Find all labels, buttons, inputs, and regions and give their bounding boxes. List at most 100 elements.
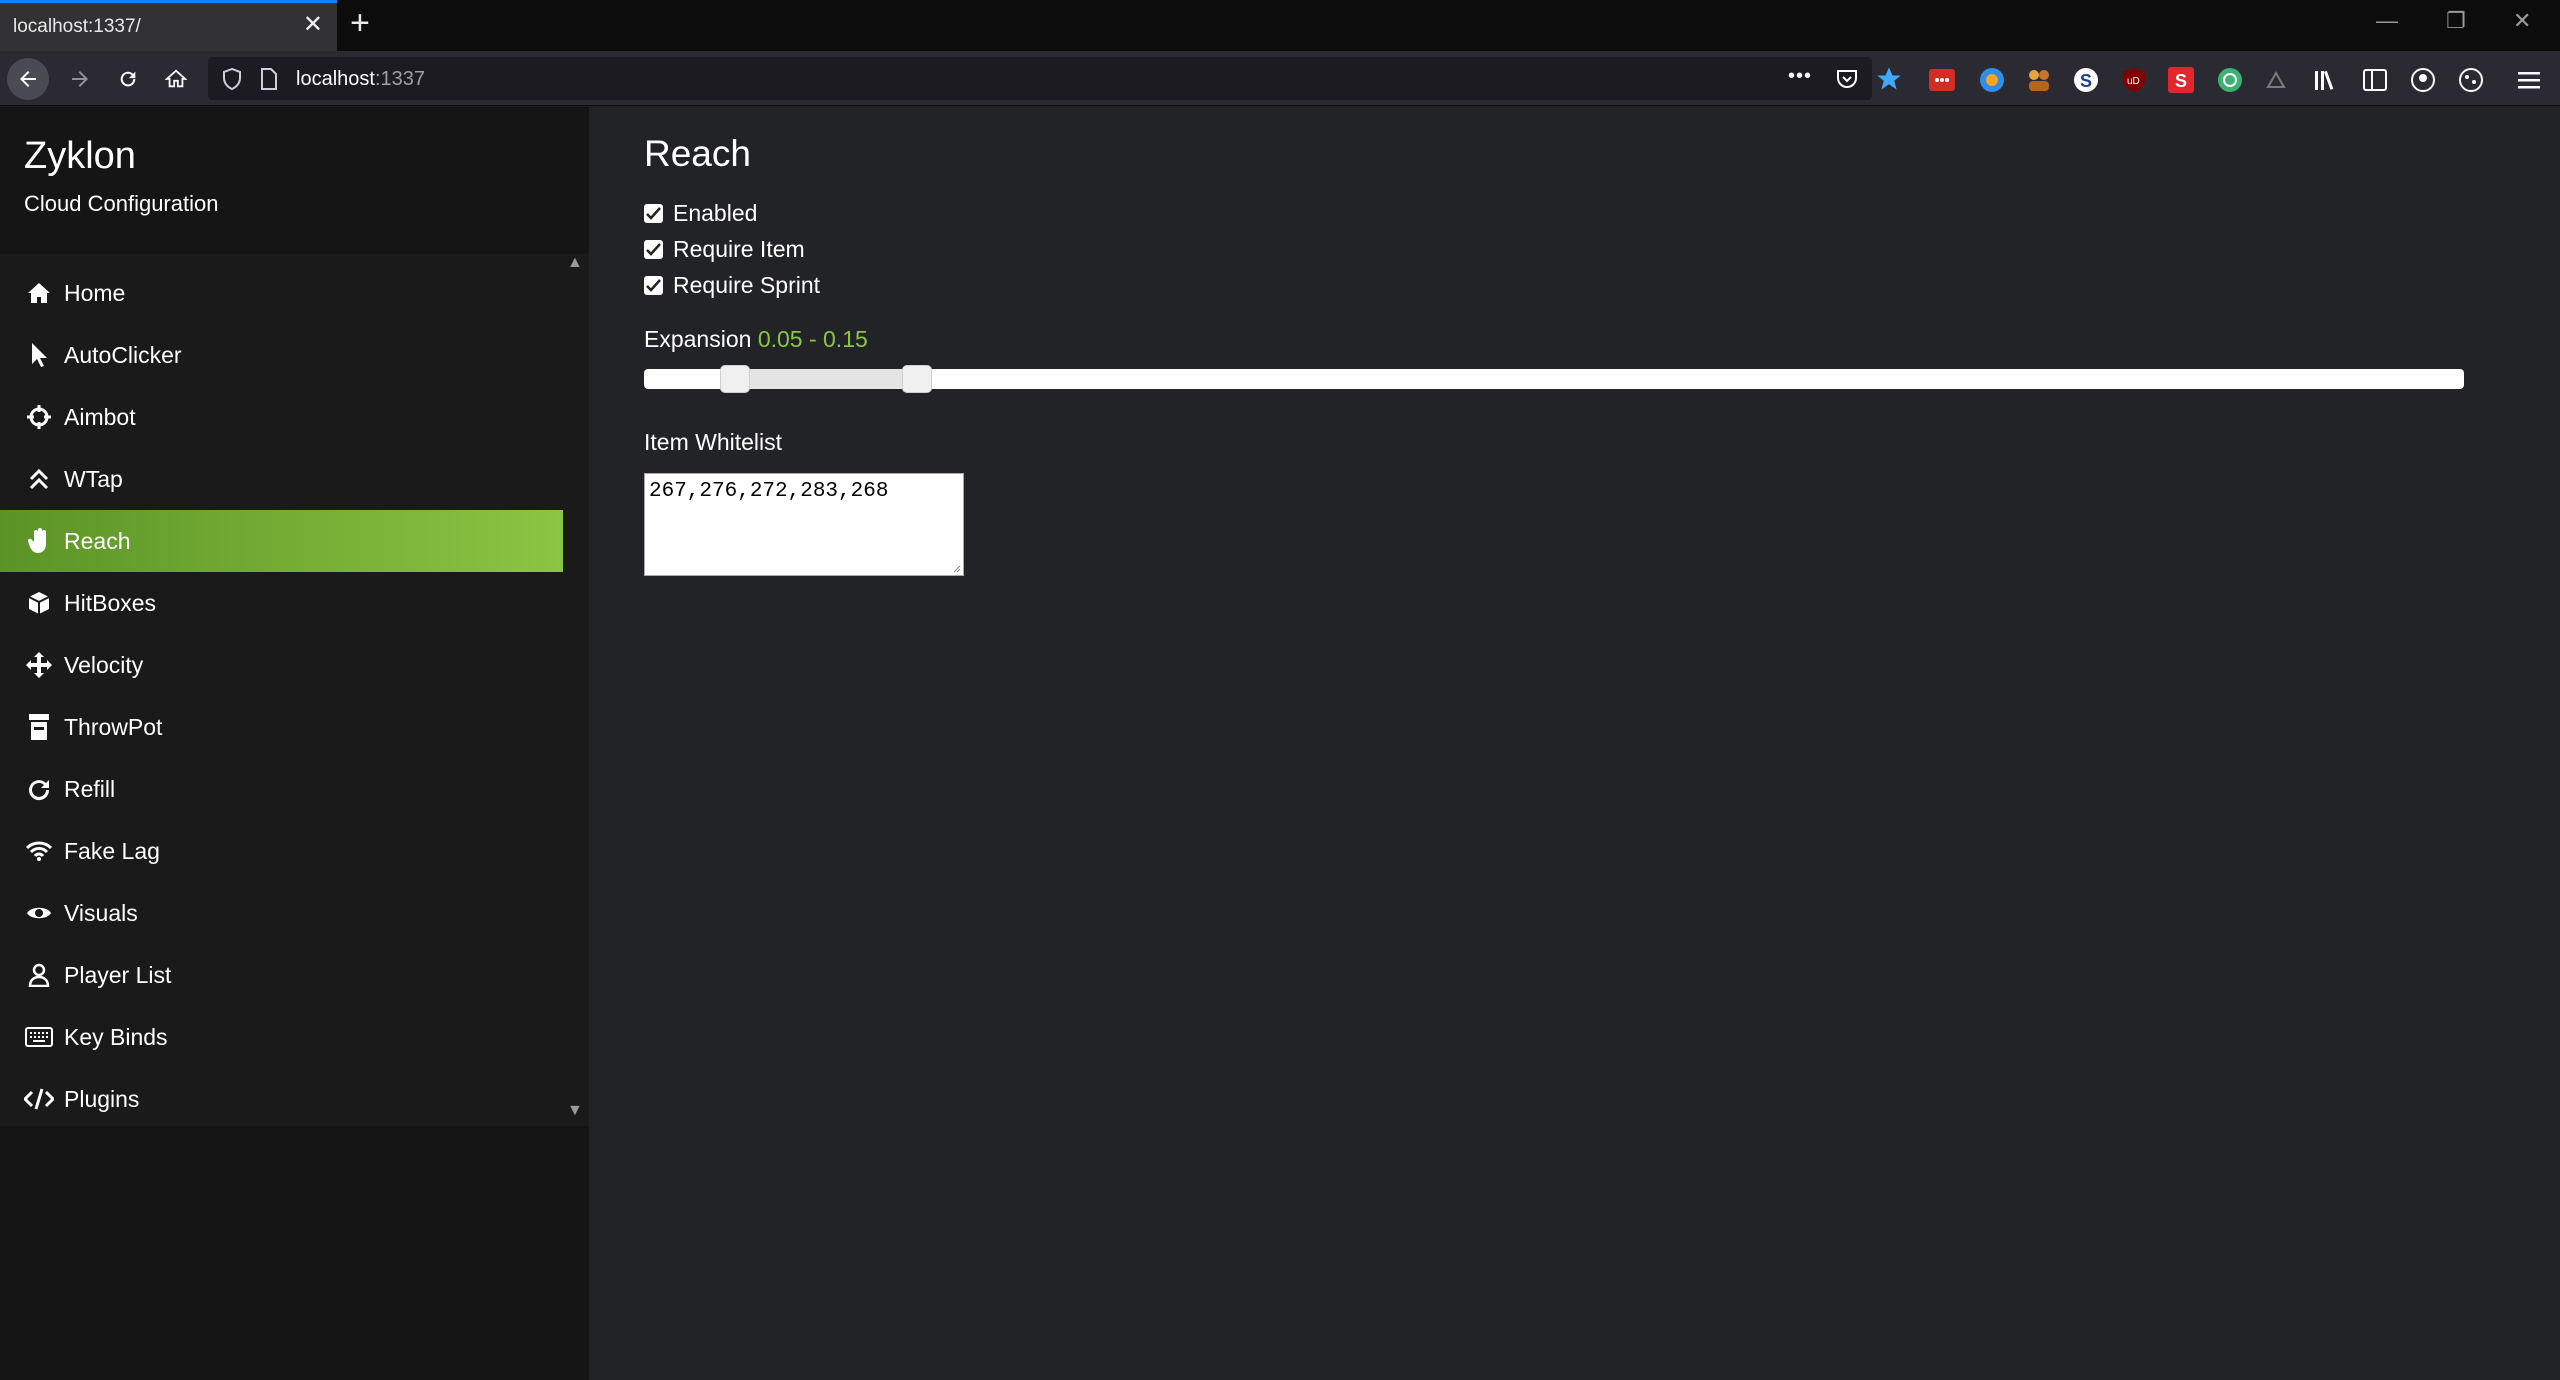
svg-text:S: S	[2175, 71, 2187, 91]
slider-handle-max[interactable]	[902, 365, 932, 393]
checkbox-label: Require Item	[673, 235, 805, 262]
sidebar-item-label: WTap	[64, 465, 123, 492]
sidebar-item-throwpot[interactable]: ThrowPot	[0, 696, 563, 758]
library-icon[interactable]	[2312, 66, 2340, 94]
people-icon[interactable]	[2025, 66, 2053, 94]
sidebar-item-label: ThrowPot	[64, 713, 163, 740]
browser-tab[interactable]: localhost:1337/ ✕	[0, 0, 337, 51]
s-blue-icon[interactable]: S	[2072, 66, 2100, 94]
app-title: Zyklon	[24, 135, 136, 177]
checkbox-label: Require Sprint	[673, 271, 821, 298]
app-page: Zyklon Cloud Configuration ▲ Home AutoCl…	[0, 107, 2560, 1380]
sidebar-item-label: Key Binds	[64, 1023, 168, 1050]
sidebar-item-label: AutoClicker	[64, 341, 182, 368]
tab-title: localhost:1337/	[13, 16, 141, 37]
globe-icon[interactable]	[1978, 66, 2006, 94]
sidebar-item-label: Refill	[64, 775, 116, 802]
sidebar-item-label: Visuals	[64, 899, 138, 926]
prescription-bottle-icon	[24, 712, 54, 742]
expansion-range-slider[interactable]	[644, 365, 2464, 393]
restore-icon[interactable]: ❐	[2446, 10, 2466, 32]
svg-text:S: S	[2080, 71, 2092, 91]
sidebar-item-label: Reach	[64, 527, 131, 554]
page-info-icon[interactable]	[260, 68, 278, 95]
sidebar-item-autoclicker[interactable]: AutoClicker	[0, 324, 563, 386]
sidebar-item-label: HitBoxes	[64, 589, 157, 616]
checkbox-require-item-row[interactable]: Require Item	[644, 234, 805, 264]
url-text[interactable]: localhost:1337	[296, 68, 425, 91]
sidebar-item-velocity[interactable]: Velocity	[0, 634, 563, 696]
sidebar: Zyklon Cloud Configuration ▲ Home AutoCl…	[0, 107, 589, 1380]
account-icon[interactable]	[2409, 66, 2437, 94]
sidebar-item-plugins[interactable]: Plugins	[0, 1068, 563, 1130]
page-title: Reach	[644, 133, 751, 174]
cookie-icon[interactable]	[2457, 66, 2485, 94]
item-whitelist-textarea[interactable]: 267,276,272,283,268	[644, 473, 964, 576]
pointer-icon	[24, 340, 54, 370]
checkbox-require-sprint[interactable]	[644, 275, 663, 295]
pocket-icon[interactable]	[1836, 68, 1858, 95]
lastpass-icon[interactable]	[1928, 66, 1956, 94]
slider-handle-min[interactable]	[720, 365, 750, 393]
checkbox-enabled[interactable]	[644, 203, 663, 223]
wifi-icon	[24, 836, 54, 866]
sidebar-item-aimbot[interactable]: Aimbot	[0, 386, 563, 448]
keyboard-icon	[24, 1022, 54, 1052]
sidebar-item-label: Fake Lag	[64, 837, 160, 864]
eye-icon	[24, 898, 54, 928]
window-close-icon[interactable]: ✕	[2513, 10, 2531, 32]
sidebar-item-key-binds[interactable]: Key Binds	[0, 1006, 563, 1068]
home-icon	[24, 278, 54, 308]
scroll-down-icon[interactable]: ▼	[567, 1102, 583, 1120]
double-chevron-up-icon	[24, 464, 54, 494]
back-icon[interactable]	[7, 58, 49, 100]
app-subtitle: Cloud Configuration	[24, 191, 219, 216]
checkbox-require-sprint-row[interactable]: Require Sprint	[644, 270, 820, 300]
sidebar-item-label: Plugins	[64, 1085, 140, 1112]
s-red-icon[interactable]: S	[2167, 66, 2195, 94]
redo-icon	[24, 774, 54, 804]
sidebar-item-home[interactable]: Home	[0, 262, 563, 324]
page-actions-icon[interactable]: •••	[1788, 65, 1812, 88]
refresh-green-icon[interactable]	[2216, 66, 2244, 94]
tab-bar: localhost:1337/ ✕ + — ❐ ✕	[0, 0, 2560, 51]
url-bar[interactable]: localhost:1337 •••	[208, 57, 1872, 100]
forward-icon[interactable]	[59, 59, 101, 99]
sidebar-item-refill[interactable]: Refill	[0, 758, 563, 820]
new-tab-button[interactable]: +	[350, 6, 370, 40]
menu-icon[interactable]	[2516, 66, 2544, 94]
sidebar-icon[interactable]	[2361, 66, 2389, 94]
item-whitelist-value: 267,276,272,283,268	[649, 480, 889, 503]
user-icon	[24, 960, 54, 990]
checkbox-require-item[interactable]	[644, 239, 663, 259]
checkbox-enabled-row[interactable]: Enabled	[644, 198, 757, 228]
sidebar-item-fake-lag[interactable]: Fake Lag	[0, 820, 563, 882]
main-content: Reach Enabled Require Item Require Sprin…	[589, 107, 2560, 1380]
url-port: :1337	[374, 68, 425, 90]
expansion-label: Expansion	[644, 326, 752, 352]
sidebar-item-label: Player List	[64, 961, 172, 988]
url-host: localhost	[296, 68, 375, 90]
minimize-icon[interactable]: —	[2376, 10, 2398, 32]
sidebar-item-wtap[interactable]: WTap	[0, 448, 563, 510]
sidebar-item-reach[interactable]: Reach	[0, 510, 563, 572]
item-whitelist-label: Item Whitelist	[644, 429, 783, 455]
checkbox-label: Enabled	[673, 199, 758, 226]
scroll-up-icon[interactable]: ▲	[567, 254, 583, 272]
sidebar-item-player-list[interactable]: Player List	[0, 944, 563, 1006]
bookmark-star-icon[interactable]	[1875, 65, 1903, 98]
sidebar-item-label: Aimbot	[64, 403, 136, 430]
ublock-icon[interactable]: uD	[2120, 66, 2148, 94]
reload-icon[interactable]	[107, 59, 149, 99]
cube-icon	[24, 588, 54, 618]
sidebar-item-hitboxes[interactable]: HitBoxes	[0, 572, 563, 634]
dark-reader-icon[interactable]	[2263, 66, 2291, 94]
shield-icon[interactable]	[222, 67, 242, 95]
crosshair-icon	[24, 402, 54, 432]
tab-close-icon[interactable]: ✕	[303, 13, 323, 37]
resize-grip-icon[interactable]	[951, 563, 961, 573]
sidebar-item-visuals[interactable]: Visuals	[0, 882, 563, 944]
move-arrows-icon	[24, 650, 54, 680]
home-button-icon[interactable]	[155, 59, 197, 99]
expansion-label-row: Expansion 0.05 - 0.15	[644, 326, 868, 353]
